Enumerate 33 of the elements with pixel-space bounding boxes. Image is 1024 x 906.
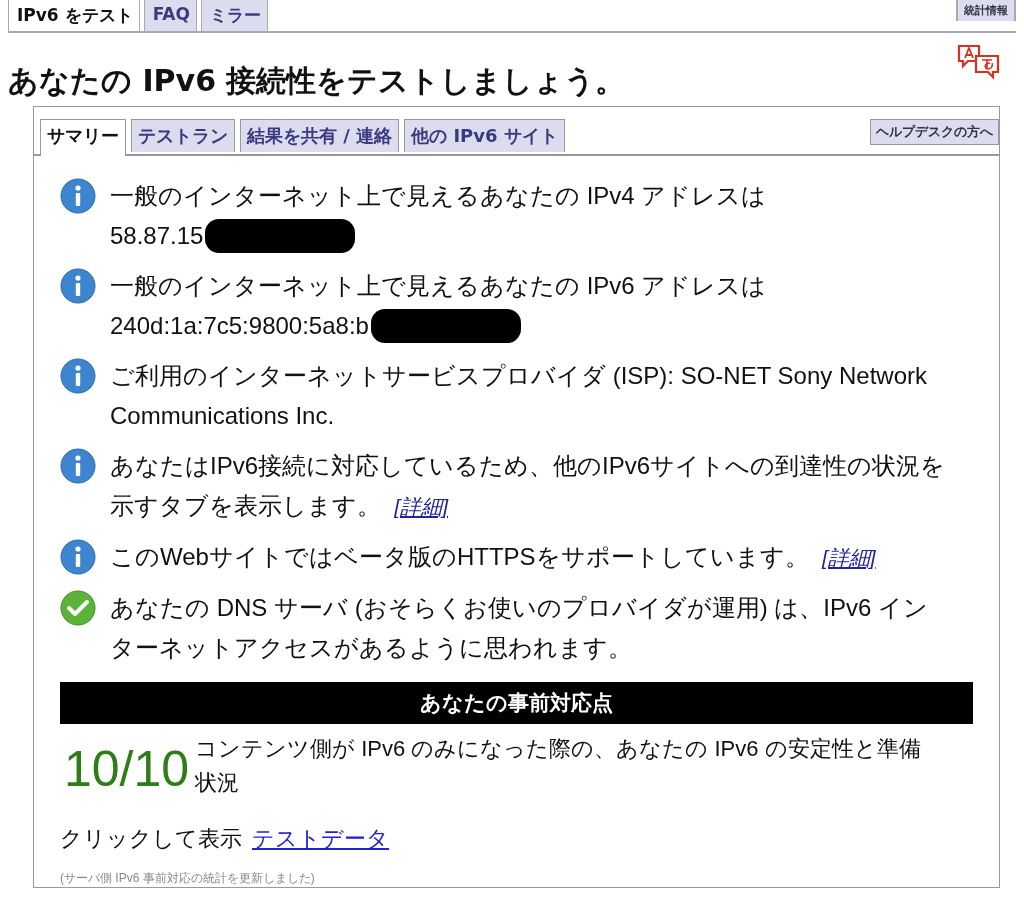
message-text: あなたはIPv6接続に対応しているため、他のIPv6サイトへの到達性の状況を示すタブを表示します。 [詳細] [110,451,947,521]
test-data-link[interactable]: テストデータ [252,824,389,854]
helpdesk-button[interactable]: ヘルプデスクの方へ [870,119,999,145]
message-text: 一般のインターネット上で見えるあなたの IPv4 アドレスは [110,181,767,211]
message-text: ご利用のインターネットサービスプロバイダ (ISP): SO-NET Sony Network Communications Inc. [110,361,928,431]
nav-tab[interactable]: FAQ [143,0,197,31]
info-icon [60,358,96,394]
score-description: コンテンツ側が IPv6 のみになった際の、あなたの IPv6 の安定性と準備状況 [195,735,922,797]
address-text: 58.87.15 [110,221,204,251]
check-icon [60,590,96,626]
details-link[interactable]: [詳細] [821,546,876,569]
message-text: このWebサイトではベータ版のHTTPSをサポートしています。 [詳細] [110,542,876,572]
translate-icon[interactable] [956,43,1002,81]
score-value: 10/10 [64,740,190,799]
page-heading: あなたの IPv6 接続性をテストしましょう。 [8,62,626,100]
nav-tab[interactable]: ミラー [200,0,268,31]
address-text: 240d:1a:7c5:9800:5a8:b [110,311,369,341]
score-title-bar: あなたの事前対応点 [60,682,973,724]
details-link[interactable]: [詳細] [394,495,448,518]
tab[interactable]: サマリー [40,119,126,156]
stats-button[interactable]: 統計情報 [956,0,1016,21]
nav-tab[interactable]: IPv6 をテスト [8,0,140,31]
info-icon [60,448,96,484]
tab[interactable]: 結果を共有 / 連絡 [240,119,400,152]
tab[interactable]: テストラン [131,119,235,152]
tab[interactable]: 他の IPv6 サイト [404,119,565,152]
message-text: 一般のインターネット上で見えるあなたの IPv6 アドレスは [110,271,767,301]
footnote-text: (サーバ側 IPv6 事前対応の統計を更新しました) [60,870,316,887]
message-text: あなたの DNS サーバ (おそらくお使いのプロバイダが運用) は、IPv6 インターネットアクセスがあるように思われます。 [110,593,930,663]
info-icon [60,539,96,575]
show-label: クリックして表示 [60,825,242,853]
info-icon [60,178,96,214]
info-icon [60,268,96,304]
